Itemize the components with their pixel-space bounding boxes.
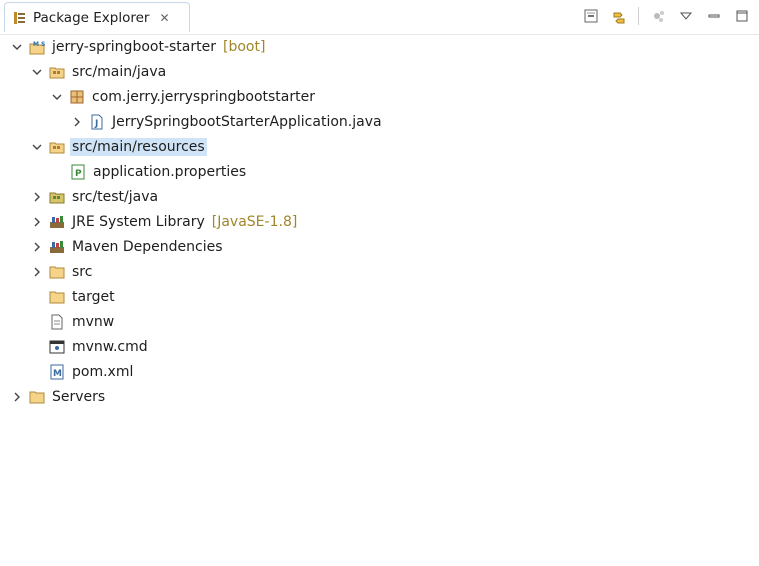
- tree-item-label: src/main/java: [72, 64, 167, 80]
- tree-item-label: Servers: [52, 389, 106, 405]
- tree-item-jre-library[interactable]: JRE System Library [JavaSE-1.8]: [30, 211, 297, 233]
- svg-text:P: P: [75, 169, 82, 179]
- chevron-right-icon[interactable]: [30, 215, 44, 229]
- svg-text:M S: M S: [33, 41, 45, 48]
- tree-item-src[interactable]: src: [30, 261, 94, 283]
- toolbar-separator: [638, 7, 639, 25]
- package-explorer-icon: [13, 11, 27, 25]
- package-icon: [69, 89, 85, 105]
- close-icon[interactable]: ✕: [159, 11, 169, 25]
- chevron-down-icon[interactable]: [30, 140, 44, 154]
- minimize-icon[interactable]: [705, 7, 723, 25]
- java-file-icon: J: [89, 114, 105, 130]
- view-menu-icon[interactable]: [677, 7, 695, 25]
- tree-item-java-file[interactable]: J JerrySpringbootStarterApplication.java: [70, 111, 384, 133]
- svg-text:M: M: [53, 369, 62, 379]
- tree-item-servers[interactable]: Servers: [10, 386, 107, 408]
- text-file-icon: [49, 314, 65, 330]
- chevron-down-icon[interactable]: [30, 65, 44, 79]
- tree-item-target[interactable]: target: [49, 286, 117, 308]
- cmd-file-icon: [49, 339, 65, 355]
- tree-item-label: mvnw: [72, 314, 115, 330]
- library-icon: [49, 214, 65, 230]
- properties-file-icon: P: [70, 164, 86, 180]
- folder-icon: [49, 289, 65, 305]
- tree-item-src-test-java[interactable]: src/test/java: [30, 186, 160, 208]
- view-tab-bar: Package Explorer ✕: [0, 0, 759, 35]
- link-with-editor-icon[interactable]: [610, 7, 628, 25]
- tree-item-maven-dependencies[interactable]: Maven Dependencies: [30, 236, 225, 258]
- tree-item-label: pom.xml: [72, 364, 134, 380]
- focus-icon[interactable]: [649, 7, 667, 25]
- tree-item-label: com.jerry.jerryspringbootstarter: [92, 89, 315, 105]
- tree-item-label: target: [72, 289, 115, 305]
- tree-item-label: src: [72, 264, 93, 280]
- test-source-folder-icon: [49, 189, 65, 205]
- chevron-right-icon[interactable]: [70, 115, 84, 129]
- tree-item-label: JerrySpringbootStarterApplication.java: [112, 114, 382, 130]
- tree-item-label: src/test/java: [72, 189, 159, 205]
- source-folder-icon: [49, 139, 65, 155]
- chevron-down-icon[interactable]: [50, 90, 64, 104]
- tree-item-label: src/main/resources: [70, 138, 207, 156]
- package-explorer-tab[interactable]: Package Explorer ✕: [4, 2, 190, 32]
- tree-item-decoration: [boot]: [222, 39, 266, 55]
- tab-label: Package Explorer: [33, 9, 150, 26]
- tree-item-label: jerry-springboot-starter: [52, 39, 216, 55]
- spring-project-icon: M S: [29, 39, 45, 55]
- collapse-all-icon[interactable]: [582, 7, 600, 25]
- tree-item-properties[interactable]: P application.properties: [70, 161, 248, 183]
- tree-item-project[interactable]: M S jerry-springboot-starter [boot]: [10, 36, 265, 58]
- tree-item-pom[interactable]: M pom.xml: [49, 361, 135, 383]
- tree-item-package[interactable]: com.jerry.jerryspringbootstarter: [50, 86, 317, 108]
- chevron-down-icon[interactable]: [10, 40, 24, 54]
- maximize-icon[interactable]: [733, 7, 751, 25]
- chevron-right-icon[interactable]: [30, 240, 44, 254]
- tree-item-label: mvnw.cmd: [72, 339, 148, 355]
- tree-item-mvnw[interactable]: mvnw: [49, 311, 116, 333]
- source-folder-icon: [49, 64, 65, 80]
- folder-icon: [29, 389, 45, 405]
- tree-item-decoration: [JavaSE-1.8]: [211, 214, 298, 230]
- chevron-right-icon[interactable]: [30, 265, 44, 279]
- maven-pom-icon: M: [49, 364, 65, 380]
- chevron-right-icon[interactable]: [30, 190, 44, 204]
- tree-item-label: JRE System Library: [72, 214, 205, 230]
- tree-item-mvnw-cmd[interactable]: mvnw.cmd: [49, 336, 150, 358]
- tree-item-label: application.properties: [93, 164, 247, 180]
- library-icon: [49, 239, 65, 255]
- folder-icon: [49, 264, 65, 280]
- chevron-right-icon[interactable]: [10, 390, 24, 404]
- view-toolbar: [582, 6, 751, 26]
- tree-item-src-main-resources[interactable]: src/main/resources: [30, 136, 207, 158]
- tree-item-src-main-java[interactable]: src/main/java: [30, 61, 168, 83]
- svg-text:J: J: [94, 119, 98, 129]
- tree-item-label: Maven Dependencies: [72, 239, 223, 255]
